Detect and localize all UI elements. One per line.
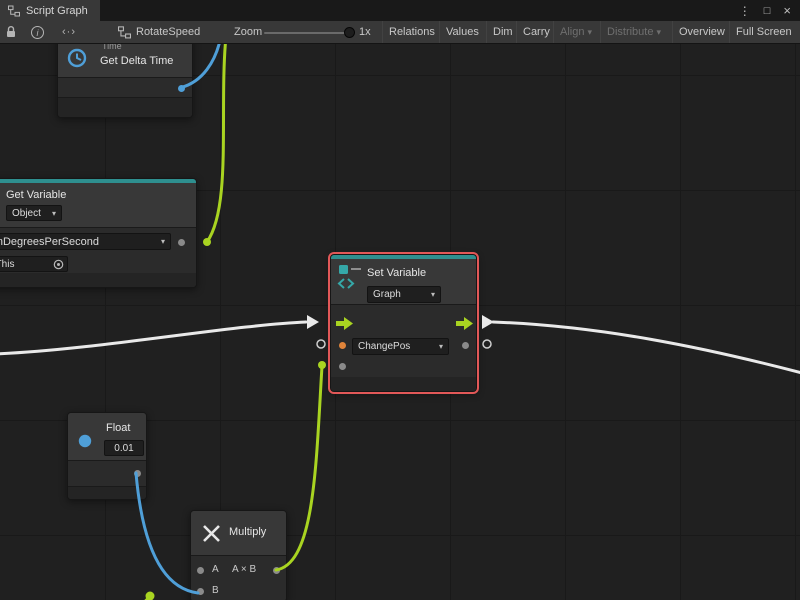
lock-icon[interactable] (5, 25, 17, 39)
node-title: Get Delta Time (100, 55, 173, 67)
wire-stub[interactable] (139, 596, 150, 600)
multiply-input-b-port[interactable] (197, 588, 204, 595)
multiply-output-port[interactable] (273, 567, 280, 574)
node-category: Time (102, 44, 122, 51)
chevron-down-icon: ▾ (161, 237, 165, 246)
inspect-graph-icon[interactable]: ‹·› (62, 21, 76, 43)
graph-asset-icon (118, 26, 131, 39)
info-icon[interactable]: i (31, 26, 44, 39)
window-tab-bar: Script Graph ⋮ □ × (0, 0, 800, 21)
toolbar-button-fullscreen[interactable]: Full Screen (729, 21, 798, 43)
toolbar-button-values[interactable]: Values (439, 21, 485, 43)
object-picker-icon[interactable] (53, 259, 64, 270)
chevron-down-icon: ▾ (587, 27, 592, 37)
socket-ring-left[interactable] (317, 340, 325, 348)
wire-endpoint-dot (318, 361, 326, 369)
flow-arrow-out (482, 315, 494, 329)
node-get-delta-time[interactable]: Time Get Delta Time (57, 44, 193, 118)
close-icon[interactable]: × (783, 3, 791, 18)
toolbar-button-carry[interactable]: Carry (516, 21, 556, 43)
node-title: Float (106, 422, 130, 434)
wire-endpoint-dot (146, 592, 155, 600)
variable-name-port[interactable] (339, 342, 346, 349)
script-graph-icon (8, 5, 20, 17)
toolbar-button-dim[interactable]: Dim (486, 21, 519, 43)
graph-canvas[interactable]: Time Get Delta Time Get Variable Object▾… (0, 44, 800, 600)
node-title: Multiply (229, 526, 266, 538)
value-input-port[interactable] (339, 363, 346, 370)
toolbar-button-distribute[interactable]: Distribute▾ (600, 21, 667, 43)
zoom-slider-handle[interactable] (344, 27, 355, 38)
variable-name-dropdown[interactable]: ChangePos▾ (352, 338, 449, 355)
wire-get-variable[interactable] (207, 44, 226, 242)
toolbar-button-relations[interactable]: Relations (382, 21, 441, 43)
node-get-variable[interactable]: Get Variable Object▾ RotationDegreesPerS… (0, 178, 197, 288)
tab-script-graph[interactable]: Script Graph (0, 0, 100, 21)
zoom-value: 1x (359, 21, 371, 43)
flow-output-arrow[interactable] (456, 317, 473, 330)
variable-name-dropdown[interactable]: RotationDegreesPerSecond▾ (0, 233, 171, 250)
set-variable-icon (337, 263, 363, 290)
zoom-slider[interactable] (264, 32, 348, 34)
variable-scope-dropdown[interactable]: Object▾ (6, 205, 62, 221)
graph-name-label: RotateSpeed (136, 21, 200, 43)
flow-arrow-in (307, 315, 319, 329)
tab-title: Script Graph (26, 5, 88, 17)
port-label-a: A (212, 564, 219, 575)
wire-flow-out[interactable] (493, 322, 800, 374)
float-icon (78, 434, 92, 448)
chevron-down-icon: ▾ (439, 342, 443, 351)
port-label-b: B (212, 585, 219, 596)
chevron-down-icon: ▾ (52, 209, 56, 218)
node-title: Set Variable (367, 267, 426, 279)
variable-target-field[interactable]: This (0, 256, 68, 272)
node-float[interactable]: Float 0.01 (67, 412, 147, 500)
toolbar-button-align[interactable]: Align▾ (553, 21, 598, 43)
node-multiply[interactable]: Multiply A A × B B (190, 510, 287, 600)
set-variable-output-port[interactable] (462, 342, 469, 349)
chevron-down-icon: ▾ (656, 27, 661, 37)
clock-icon (66, 47, 88, 69)
node-title: Get Variable (6, 189, 66, 201)
window-menu-icon[interactable]: ⋮ (739, 4, 751, 18)
maximize-icon[interactable]: □ (764, 5, 771, 17)
float-output-port[interactable] (134, 470, 141, 477)
graph-toolbar: i ‹·› RotateSpeed Zoom 1x Relations Valu… (0, 21, 800, 44)
multiply-input-a-port[interactable] (197, 567, 204, 574)
chevron-down-icon: ▾ (431, 290, 435, 299)
node-set-variable[interactable]: Set Variable Graph▾ ChangePos▾ (330, 254, 477, 392)
socket-ring-right[interactable] (483, 340, 491, 348)
port-label-result: A × B (232, 564, 256, 575)
wire-endpoint-dot (203, 238, 211, 246)
zoom-label: Zoom (234, 21, 262, 43)
variable-scope-dropdown[interactable]: Graph▾ (367, 286, 441, 303)
toolbar-button-overview[interactable]: Overview (672, 21, 731, 43)
delta-time-output-port[interactable] (178, 85, 185, 92)
flow-input-arrow[interactable] (336, 317, 353, 330)
get-variable-output-port[interactable] (178, 239, 185, 246)
float-value-input[interactable]: 0.01 (104, 440, 144, 456)
window-controls: ⋮ □ × (739, 0, 800, 21)
wire-flow-in[interactable] (0, 322, 306, 354)
multiply-icon (202, 524, 221, 543)
